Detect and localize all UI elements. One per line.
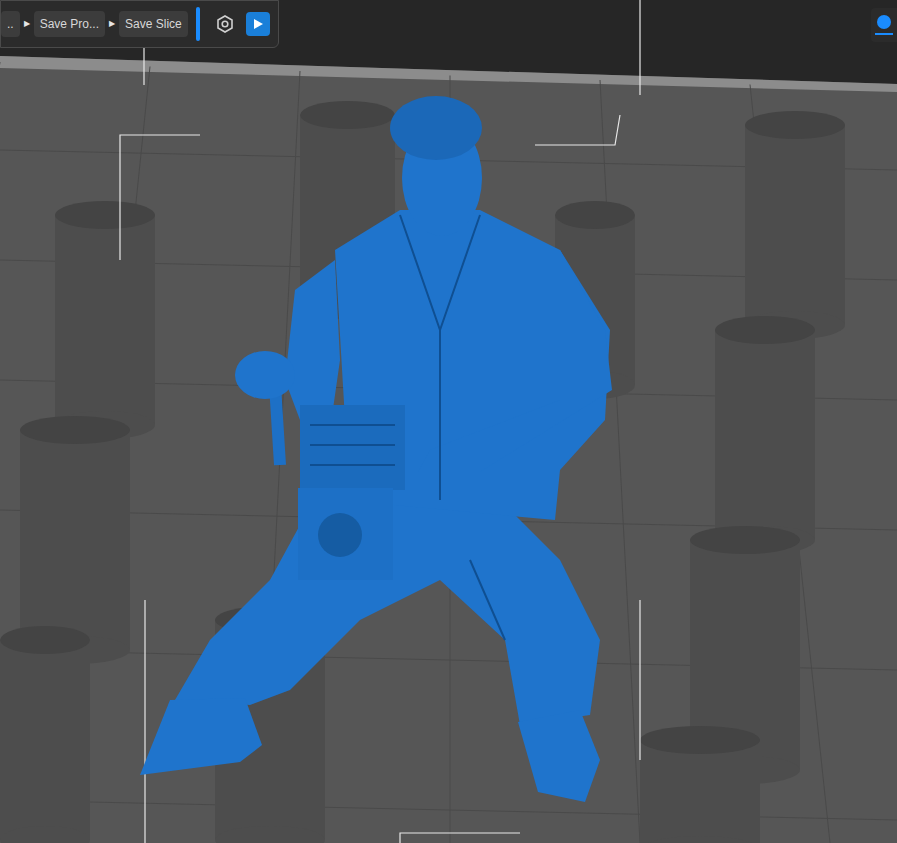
bounding-box	[120, 0, 640, 843]
toolbar-button[interactable]: ..	[1, 11, 20, 37]
support-cylinder	[55, 201, 155, 439]
support-cylinder	[640, 726, 760, 843]
view-toggle-underline	[875, 33, 893, 35]
plate-edge	[0, 56, 897, 92]
separator: ▶	[109, 18, 115, 30]
figure-model[interactable]	[140, 96, 612, 802]
view-toggle-dot-icon	[877, 15, 891, 29]
toolbar: .. ▶ Save Pro... ▶ Save Slice	[0, 0, 279, 48]
support-cylinder	[0, 626, 90, 843]
view-toggle[interactable]	[871, 8, 897, 42]
build-plate	[0, 56, 897, 843]
toolbar-button[interactable]: Save Slice	[119, 11, 188, 37]
play-icon	[252, 18, 264, 30]
figure-shading	[310, 215, 505, 640]
toolbar-button[interactable]: Save Pro...	[34, 11, 105, 37]
support-cylinder	[745, 111, 845, 339]
accent-bar	[196, 7, 200, 41]
viewport-scene[interactable]	[0, 0, 897, 843]
separator: ▶	[24, 18, 30, 30]
support-cylinder	[715, 316, 815, 554]
slicer-window: .. ▶ Save Pro... ▶ Save Slice	[0, 0, 897, 843]
settings-icon[interactable]	[216, 15, 234, 33]
play-button[interactable]	[246, 12, 270, 36]
